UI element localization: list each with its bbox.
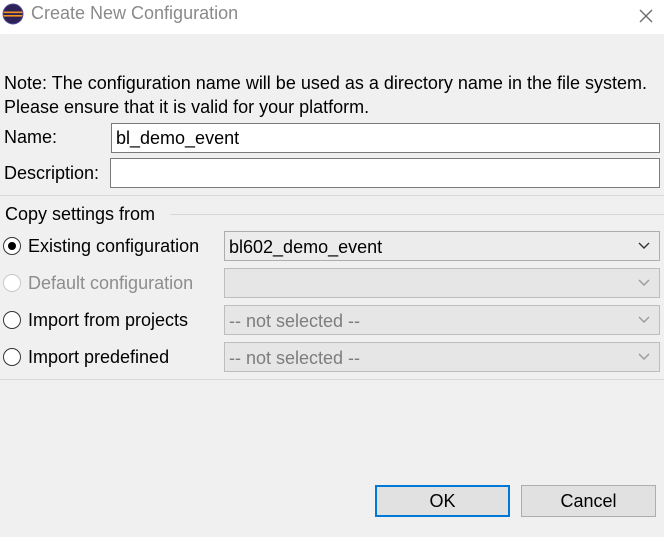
radio-import-from-projects[interactable] bbox=[3, 311, 21, 329]
ok-button[interactable]: OK bbox=[375, 485, 510, 517]
cancel-button[interactable]: Cancel bbox=[521, 485, 656, 517]
combo-import-from-projects[interactable]: -- not selected -- bbox=[224, 305, 660, 335]
description-input[interactable] bbox=[110, 158, 660, 188]
chevron-down-icon bbox=[638, 316, 650, 323]
group-line bbox=[170, 214, 664, 215]
radio-default-configuration[interactable] bbox=[3, 274, 21, 292]
description-label: Description: bbox=[4, 163, 100, 183]
radio-existing-configuration[interactable] bbox=[3, 237, 21, 255]
chevron-down-icon bbox=[638, 353, 650, 360]
eclipse-icon bbox=[2, 3, 24, 25]
name-label: Name: bbox=[4, 127, 58, 147]
combo-default-configuration[interactable] bbox=[224, 268, 660, 298]
separator-bottom bbox=[0, 379, 664, 380]
close-icon[interactable] bbox=[632, 2, 660, 30]
chevron-down-icon bbox=[638, 279, 650, 286]
combo-existing-value: bl602_demo_event bbox=[229, 237, 383, 257]
combo-import-predefined[interactable]: -- not selected -- bbox=[224, 342, 660, 372]
name-input[interactable] bbox=[111, 123, 660, 153]
label-default-configuration: Default configuration bbox=[28, 273, 194, 293]
note-text: Note: The configuration name will be use… bbox=[4, 73, 647, 117]
combo-import-projects-value: -- not selected -- bbox=[229, 311, 361, 331]
label-import-predefined: Import predefined bbox=[28, 347, 170, 367]
separator-top bbox=[0, 195, 664, 196]
title-bar: Create New Configuration bbox=[0, 0, 664, 34]
combo-import-predefined-value: -- not selected -- bbox=[229, 348, 361, 368]
radio-import-predefined[interactable] bbox=[3, 348, 21, 366]
window-title: Create New Configuration bbox=[31, 3, 239, 23]
chevron-down-icon bbox=[638, 242, 650, 249]
label-existing-configuration: Existing configuration bbox=[28, 236, 200, 256]
radio-selected-dot bbox=[7, 241, 16, 250]
combo-existing-configuration[interactable]: bl602_demo_event bbox=[224, 231, 660, 261]
label-import-from-projects: Import from projects bbox=[28, 310, 189, 330]
copy-settings-title: Copy settings from bbox=[5, 204, 156, 224]
